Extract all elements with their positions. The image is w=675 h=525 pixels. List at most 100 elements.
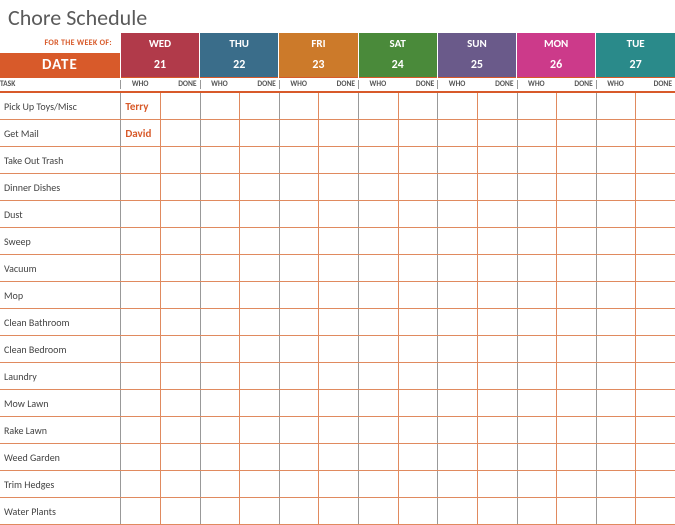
done-cell[interactable] bbox=[239, 228, 279, 254]
done-cell[interactable] bbox=[635, 282, 675, 308]
who-cell[interactable] bbox=[518, 228, 557, 254]
done-cell[interactable] bbox=[398, 444, 438, 470]
who-cell[interactable] bbox=[280, 282, 319, 308]
done-cell[interactable] bbox=[318, 444, 358, 470]
done-cell[interactable] bbox=[318, 309, 358, 335]
done-cell[interactable] bbox=[160, 444, 200, 470]
who-cell[interactable] bbox=[280, 498, 319, 524]
done-cell[interactable] bbox=[556, 390, 596, 416]
who-cell[interactable] bbox=[438, 120, 477, 146]
who-cell[interactable] bbox=[201, 282, 240, 308]
who-cell[interactable] bbox=[121, 174, 160, 200]
done-cell[interactable] bbox=[239, 417, 279, 443]
done-cell[interactable] bbox=[477, 174, 517, 200]
who-cell[interactable] bbox=[201, 201, 240, 227]
done-cell[interactable] bbox=[160, 417, 200, 443]
who-cell[interactable] bbox=[280, 417, 319, 443]
done-cell[interactable] bbox=[635, 498, 675, 524]
who-cell[interactable] bbox=[597, 93, 636, 119]
who-cell[interactable] bbox=[359, 417, 398, 443]
done-cell[interactable] bbox=[239, 120, 279, 146]
done-cell[interactable] bbox=[160, 93, 200, 119]
who-cell[interactable]: Terry bbox=[121, 93, 160, 119]
who-cell[interactable] bbox=[438, 255, 477, 281]
done-cell[interactable] bbox=[635, 363, 675, 389]
done-cell[interactable] bbox=[160, 282, 200, 308]
who-cell[interactable] bbox=[438, 417, 477, 443]
who-cell[interactable] bbox=[201, 417, 240, 443]
who-cell[interactable] bbox=[201, 255, 240, 281]
done-cell[interactable] bbox=[398, 363, 438, 389]
done-cell[interactable] bbox=[398, 498, 438, 524]
done-cell[interactable] bbox=[160, 147, 200, 173]
who-cell[interactable] bbox=[121, 201, 160, 227]
done-cell[interactable] bbox=[635, 390, 675, 416]
done-cell[interactable] bbox=[318, 120, 358, 146]
who-cell[interactable] bbox=[121, 228, 160, 254]
who-cell[interactable] bbox=[280, 93, 319, 119]
done-cell[interactable] bbox=[239, 363, 279, 389]
who-cell[interactable] bbox=[121, 417, 160, 443]
who-cell[interactable] bbox=[359, 390, 398, 416]
who-cell[interactable] bbox=[359, 336, 398, 362]
who-cell[interactable] bbox=[518, 147, 557, 173]
who-cell[interactable] bbox=[438, 201, 477, 227]
done-cell[interactable] bbox=[239, 444, 279, 470]
who-cell[interactable] bbox=[201, 228, 240, 254]
who-cell[interactable] bbox=[359, 282, 398, 308]
done-cell[interactable] bbox=[318, 201, 358, 227]
done-cell[interactable] bbox=[477, 120, 517, 146]
who-cell[interactable] bbox=[518, 363, 557, 389]
done-cell[interactable] bbox=[398, 120, 438, 146]
who-cell[interactable] bbox=[597, 228, 636, 254]
done-cell[interactable] bbox=[160, 174, 200, 200]
done-cell[interactable] bbox=[398, 228, 438, 254]
done-cell[interactable] bbox=[635, 309, 675, 335]
done-cell[interactable] bbox=[477, 228, 517, 254]
who-cell[interactable] bbox=[597, 309, 636, 335]
done-cell[interactable] bbox=[556, 309, 596, 335]
done-cell[interactable] bbox=[318, 390, 358, 416]
done-cell[interactable] bbox=[239, 309, 279, 335]
who-cell[interactable] bbox=[597, 174, 636, 200]
who-cell[interactable]: David bbox=[121, 120, 160, 146]
who-cell[interactable] bbox=[201, 147, 240, 173]
done-cell[interactable] bbox=[398, 255, 438, 281]
who-cell[interactable] bbox=[280, 309, 319, 335]
done-cell[interactable] bbox=[556, 120, 596, 146]
who-cell[interactable] bbox=[201, 174, 240, 200]
done-cell[interactable] bbox=[477, 390, 517, 416]
who-cell[interactable] bbox=[438, 444, 477, 470]
done-cell[interactable] bbox=[160, 336, 200, 362]
done-cell[interactable] bbox=[160, 228, 200, 254]
who-cell[interactable] bbox=[359, 363, 398, 389]
who-cell[interactable] bbox=[121, 255, 160, 281]
done-cell[interactable] bbox=[160, 498, 200, 524]
done-cell[interactable] bbox=[477, 444, 517, 470]
who-cell[interactable] bbox=[518, 309, 557, 335]
who-cell[interactable] bbox=[518, 174, 557, 200]
who-cell[interactable] bbox=[359, 120, 398, 146]
done-cell[interactable] bbox=[477, 336, 517, 362]
who-cell[interactable] bbox=[597, 282, 636, 308]
done-cell[interactable] bbox=[477, 417, 517, 443]
who-cell[interactable] bbox=[438, 336, 477, 362]
done-cell[interactable] bbox=[239, 93, 279, 119]
done-cell[interactable] bbox=[477, 147, 517, 173]
done-cell[interactable] bbox=[635, 120, 675, 146]
done-cell[interactable] bbox=[398, 93, 438, 119]
who-cell[interactable] bbox=[280, 201, 319, 227]
done-cell[interactable] bbox=[556, 471, 596, 497]
who-cell[interactable] bbox=[518, 471, 557, 497]
done-cell[interactable] bbox=[239, 498, 279, 524]
done-cell[interactable] bbox=[556, 282, 596, 308]
who-cell[interactable] bbox=[201, 93, 240, 119]
who-cell[interactable] bbox=[359, 498, 398, 524]
done-cell[interactable] bbox=[318, 174, 358, 200]
who-cell[interactable] bbox=[518, 201, 557, 227]
who-cell[interactable] bbox=[438, 363, 477, 389]
who-cell[interactable] bbox=[597, 444, 636, 470]
done-cell[interactable] bbox=[398, 282, 438, 308]
done-cell[interactable] bbox=[398, 471, 438, 497]
who-cell[interactable] bbox=[280, 147, 319, 173]
